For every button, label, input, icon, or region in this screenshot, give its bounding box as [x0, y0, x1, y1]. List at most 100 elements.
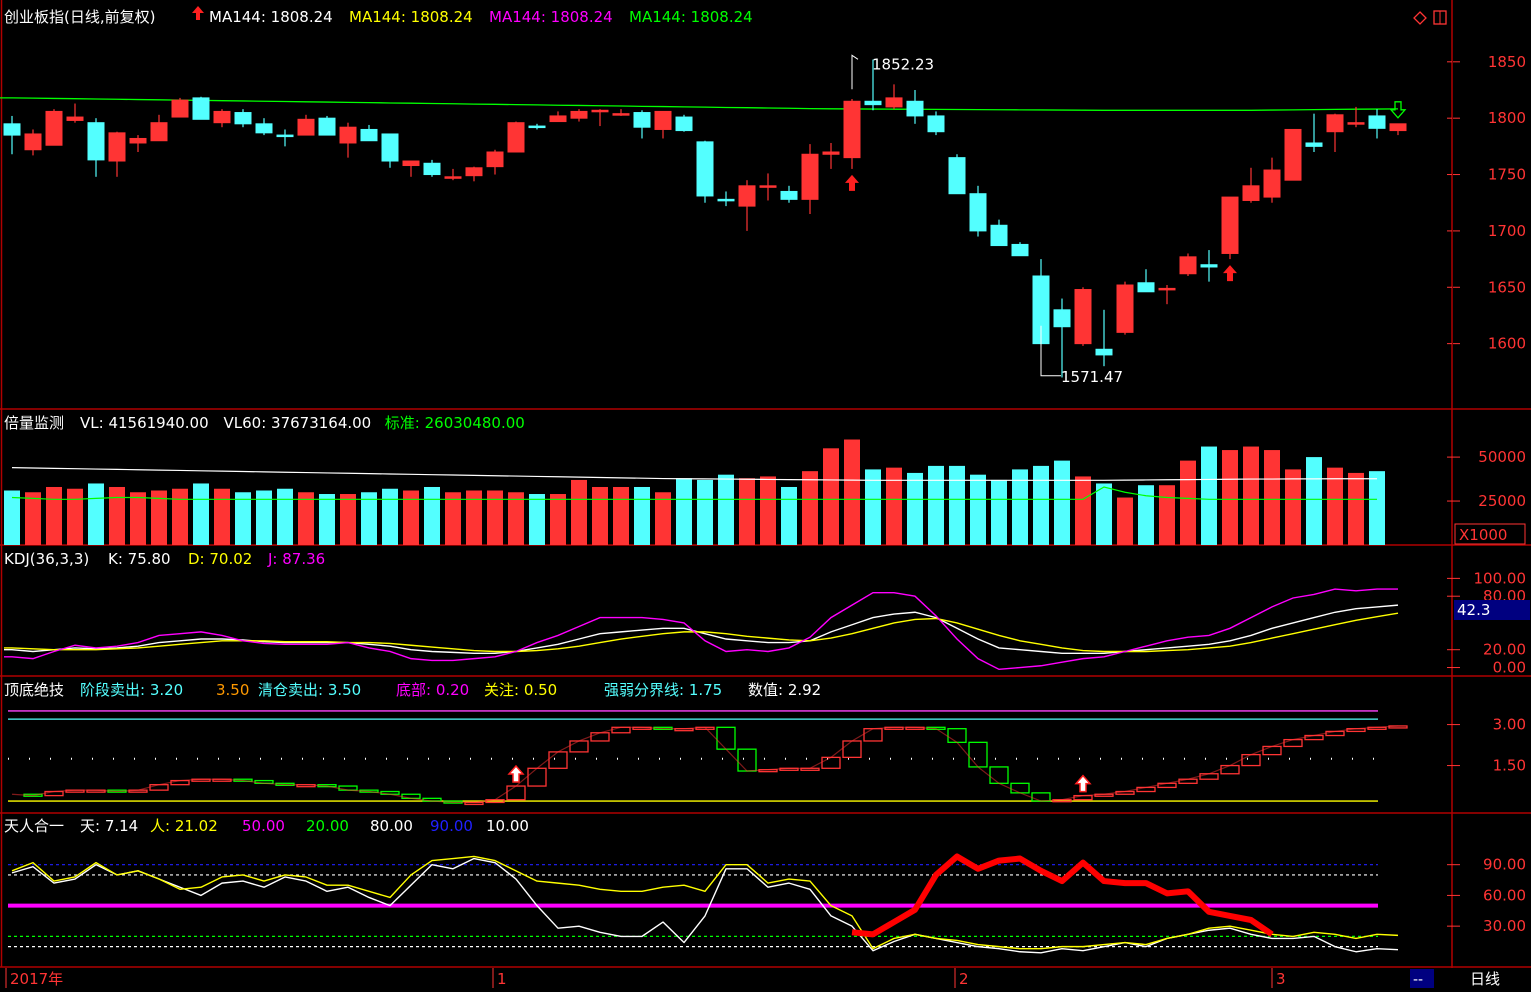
candle-body	[1326, 114, 1344, 133]
volume-tick-label: 50000	[1478, 448, 1526, 466]
candle-body	[66, 116, 84, 121]
candle-body	[675, 116, 693, 132]
candle-body	[3, 123, 21, 136]
candle	[675, 114, 693, 132]
candle-body	[381, 133, 399, 162]
candle-body	[864, 100, 882, 106]
volume-bar	[361, 492, 377, 545]
volume-bar	[1243, 446, 1259, 545]
volume-bar	[991, 479, 1007, 545]
volume-bar	[676, 478, 692, 545]
volume-bar	[592, 486, 608, 545]
kdj-legend: J: 87.36	[267, 550, 325, 568]
volume-bar	[1138, 485, 1154, 545]
unit-label: X1000	[1459, 526, 1507, 544]
top-bottom-title: 顶底绝技	[4, 681, 64, 699]
volume-bar	[928, 465, 944, 545]
candle	[1179, 253, 1197, 276]
candle-body	[948, 157, 966, 195]
volume-bar	[1096, 483, 1112, 545]
tianren-legend: 人: 21.02	[150, 817, 218, 835]
candle-body	[234, 112, 252, 125]
volume-bar	[1369, 471, 1385, 545]
volume-bar	[256, 490, 272, 545]
candle-body	[1284, 128, 1302, 181]
ma144-magenta-label: MA144: 1808.24	[489, 8, 613, 26]
candle-body	[1179, 256, 1197, 275]
candle-body	[1095, 348, 1113, 356]
volume-bar	[1033, 465, 1049, 545]
period-button[interactable]: 日线	[1453, 969, 1531, 988]
candle	[1116, 281, 1134, 335]
candle-body	[1200, 264, 1218, 268]
kdj-title: KDJ(36,3,3)	[4, 550, 89, 568]
volume-bar	[340, 494, 356, 545]
candle	[318, 115, 336, 136]
candle-body	[297, 118, 315, 136]
candle-body	[87, 122, 105, 161]
volume-bar	[424, 486, 440, 545]
volume-bar	[802, 471, 818, 545]
volume-bar	[193, 483, 209, 545]
volume-bar	[214, 488, 230, 545]
volume-bar	[445, 492, 461, 545]
candle-body	[402, 160, 420, 167]
volume-bar	[1180, 460, 1196, 545]
kdj-tick-label: 100.00	[1474, 569, 1527, 587]
candle-body	[1053, 309, 1071, 328]
candle-body	[612, 113, 630, 116]
candle-body	[570, 110, 588, 119]
candle-body	[192, 97, 210, 120]
candle	[1284, 128, 1302, 181]
kdj-current-value: 42.3	[1457, 601, 1490, 619]
candle-body	[696, 141, 714, 197]
candle-body	[507, 122, 525, 153]
candle	[1074, 287, 1092, 346]
volume-bar	[949, 465, 965, 545]
candle-body	[1137, 282, 1155, 293]
top-bottom-legend: 强弱分界线: 1.75	[604, 681, 722, 699]
candle-body	[654, 110, 672, 130]
candle	[507, 121, 525, 153]
volume-bar	[1306, 457, 1322, 545]
volume-tick-label: 25000	[1478, 492, 1526, 510]
candle-body	[465, 167, 483, 177]
volume-bar	[886, 467, 902, 545]
volume-bar	[613, 486, 629, 545]
candle-body	[108, 132, 126, 162]
tianren-legend: 10.00	[486, 817, 529, 835]
candle-body	[213, 110, 231, 124]
candle-body	[822, 151, 840, 155]
candle-body	[24, 133, 42, 151]
price-tick-label: 1800	[1488, 109, 1526, 127]
chart-title: 创业板指(日线,前复权)	[4, 8, 155, 26]
price-tick-label: 1600	[1488, 335, 1526, 353]
candle	[171, 97, 189, 118]
volume-bar	[1159, 485, 1175, 545]
period-button-label: 日线	[1470, 970, 1500, 988]
volume-bar	[571, 479, 587, 545]
candle-body	[885, 97, 903, 108]
volume-bar	[508, 492, 524, 545]
volume-bar	[88, 483, 104, 545]
volume-bar	[970, 474, 986, 545]
price-tick-label: 1700	[1488, 222, 1526, 240]
volume-bar	[277, 488, 293, 545]
month-label-2: 2	[959, 970, 969, 988]
volume-bar	[130, 492, 146, 545]
kdj-tick-label: 0.00	[1493, 659, 1526, 677]
volume-bar	[1054, 460, 1070, 545]
volume-bar	[550, 494, 566, 545]
candle-body	[990, 224, 1008, 247]
dash-button[interactable]: --	[1410, 969, 1434, 988]
candle-body	[1158, 287, 1176, 291]
candle-body	[843, 100, 861, 159]
candle-body	[1011, 243, 1029, 257]
volume-bar	[844, 439, 860, 545]
candle	[45, 109, 63, 146]
kdj-tick-label: 20.00	[1483, 641, 1526, 659]
candle-body	[759, 185, 777, 188]
candle-body	[717, 198, 735, 202]
volume-bar	[235, 492, 251, 545]
volume-bar	[907, 472, 923, 545]
